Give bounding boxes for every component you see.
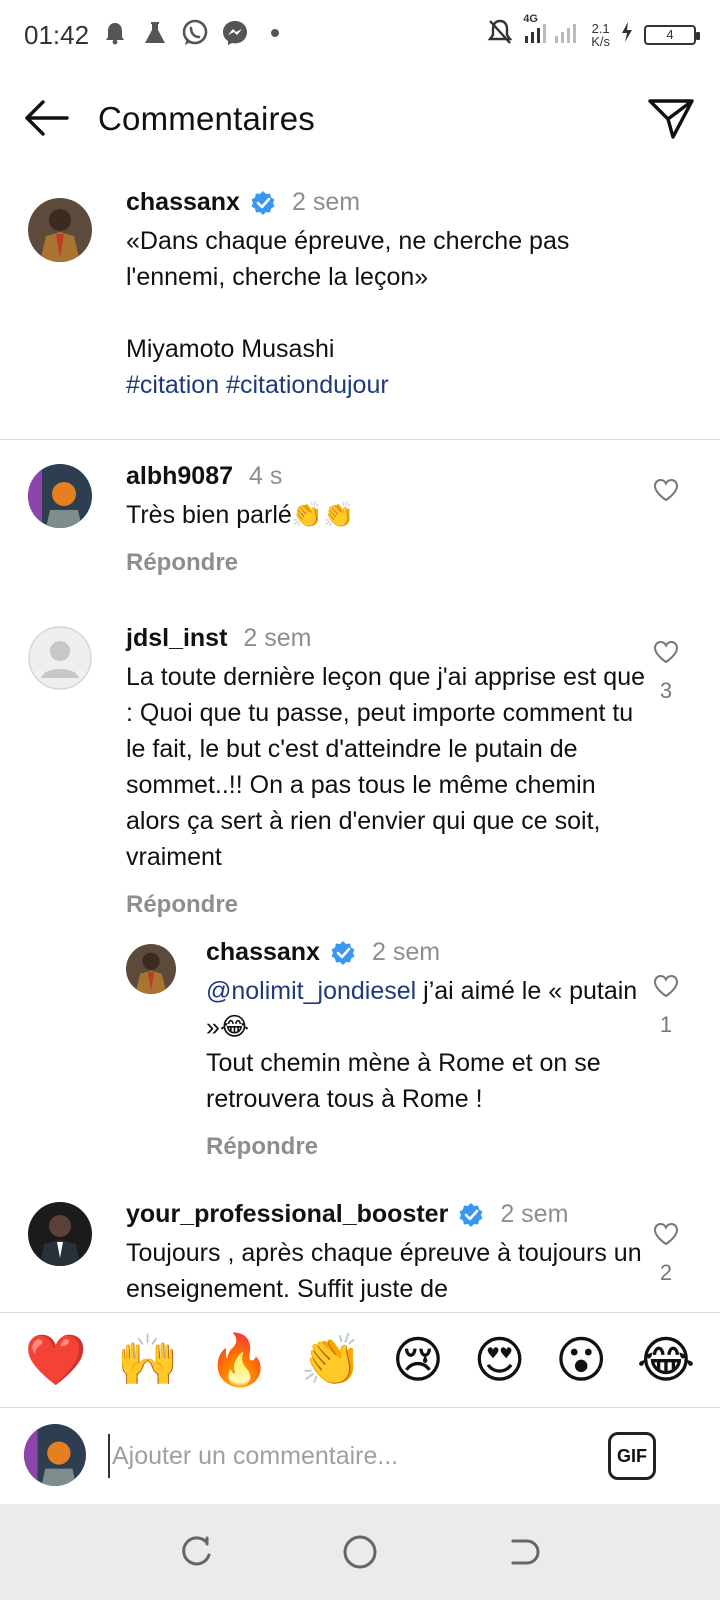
- emoji-crying[interactable]: 😢: [392, 1330, 444, 1390]
- network-type: 4G: [523, 13, 538, 25]
- heart-icon: [653, 1222, 679, 1246]
- comment-input[interactable]: [108, 1434, 568, 1478]
- hashtag-link[interactable]: #citationdujour: [226, 371, 389, 399]
- emoji-surprised[interactable]: 😮: [555, 1330, 607, 1390]
- username[interactable]: chassanx: [206, 938, 320, 967]
- alarm-icon: [100, 18, 130, 48]
- gif-button[interactable]: GIF: [608, 1432, 656, 1480]
- home-button[interactable]: [338, 1530, 382, 1574]
- timestamp: 4 s: [249, 462, 283, 490]
- emoji-raised-hands[interactable]: 🙌: [117, 1330, 179, 1390]
- timestamp: 2 sem: [291, 188, 361, 216]
- avatar[interactable]: [28, 198, 92, 262]
- like-count: 2: [659, 1260, 673, 1285]
- status-left-icons: [100, 18, 290, 48]
- avatar: [24, 1424, 86, 1486]
- reply-button[interactable]: Répondre: [126, 549, 646, 577]
- like-count: 1: [659, 1012, 673, 1037]
- mention-link[interactable]: @nolimit_jondiesel: [206, 977, 416, 1005]
- like-button[interactable]: [646, 478, 686, 502]
- signal-icon: 4G: [523, 13, 581, 50]
- username[interactable]: chassanx: [126, 188, 240, 217]
- reply-button[interactable]: Répondre: [126, 891, 646, 919]
- username[interactable]: your_professional_booster: [126, 1200, 448, 1229]
- like-button[interactable]: 2: [646, 1222, 686, 1286]
- lab-flask-icon: [140, 18, 170, 48]
- dot-icon: [260, 18, 290, 48]
- comment-text: Très bien parlé👏👏: [126, 501, 355, 529]
- status-time: 01:42: [24, 20, 90, 50]
- comment-text: Toujours , après chaque épreuve à toujou…: [126, 1239, 642, 1303]
- reply-button[interactable]: Répondre: [206, 1133, 646, 1161]
- comment-text: La toute dernière leçon que j'ai apprise…: [126, 663, 646, 871]
- messenger-icon: [220, 18, 250, 48]
- system-nav-bar: [0, 1504, 720, 1600]
- network-speed: 2.1 K/s: [591, 20, 610, 49]
- home-circle-icon: [343, 1535, 377, 1569]
- recent-apps-icon: [182, 1536, 211, 1566]
- post-caption: chassanx 2 sem «Dans chaque épreuve, ne …: [0, 186, 720, 440]
- emoji-reaction-bar: ❤️ 🙌 🔥 👏 😢 😍 😮 😂: [0, 1312, 720, 1408]
- app-header: Commentaires: [0, 78, 720, 162]
- battery-indicator: 4: [644, 24, 700, 45]
- caption-author: Miyamoto Musashi: [126, 335, 335, 363]
- recent-apps-button[interactable]: [174, 1530, 218, 1574]
- verified-badge-icon: [459, 1202, 483, 1227]
- like-button[interactable]: 1: [646, 974, 686, 1038]
- timestamp: 2 sem: [371, 938, 441, 966]
- whatsapp-icon: [180, 18, 210, 48]
- avatar[interactable]: [28, 1202, 92, 1266]
- charging-icon: [620, 21, 634, 48]
- like-count: 3: [659, 678, 673, 703]
- paper-plane-icon: [648, 99, 694, 139]
- emoji-heart-eyes[interactable]: 😍: [474, 1330, 526, 1390]
- caption-text: «Dans chaque épreuve, ne cherche pas l'e…: [126, 223, 686, 403]
- share-button[interactable]: [646, 94, 696, 144]
- verified-badge-icon: [251, 190, 275, 215]
- page-title: Commentaires: [98, 100, 315, 137]
- comment-composer: GIF: [0, 1408, 720, 1504]
- hashtag-link[interactable]: #citation: [126, 371, 219, 399]
- emoji-laughing[interactable]: 😂: [637, 1330, 695, 1390]
- like-button[interactable]: 3: [646, 640, 686, 704]
- avatar[interactable]: [126, 944, 176, 994]
- status-right-icons: 4G 2.1 K/s 4: [487, 13, 700, 51]
- comment-text: @nolimit_jondiesel j’ai aimé le « putain…: [206, 977, 638, 1113]
- back-nav-button[interactable]: [502, 1530, 546, 1574]
- status-bar: 01:42 4G 2.1 K/s 4: [0, 0, 720, 72]
- verified-badge-icon: [331, 940, 355, 965]
- username[interactable]: albh9087: [126, 462, 233, 491]
- emoji-fire[interactable]: 🔥: [208, 1330, 270, 1390]
- timestamp: 2 sem: [243, 624, 312, 652]
- timestamp: 2 sem: [500, 1200, 569, 1228]
- back-nav-icon: [511, 1539, 540, 1565]
- heart-icon: [653, 478, 679, 502]
- mute-icon: [487, 18, 513, 51]
- arrow-left-icon: [25, 100, 69, 136]
- username[interactable]: jdsl_inst: [126, 624, 227, 653]
- heart-icon: [653, 974, 679, 998]
- emoji-heart[interactable]: ❤️: [25, 1330, 87, 1390]
- emoji-clap[interactable]: 👏: [300, 1330, 362, 1390]
- back-button[interactable]: [22, 96, 72, 140]
- avatar[interactable]: [28, 464, 92, 528]
- comment-item: your_professional_booster 2 sem Toujours…: [0, 1200, 720, 1312]
- heart-icon: [653, 640, 679, 664]
- avatar[interactable]: [28, 626, 92, 690]
